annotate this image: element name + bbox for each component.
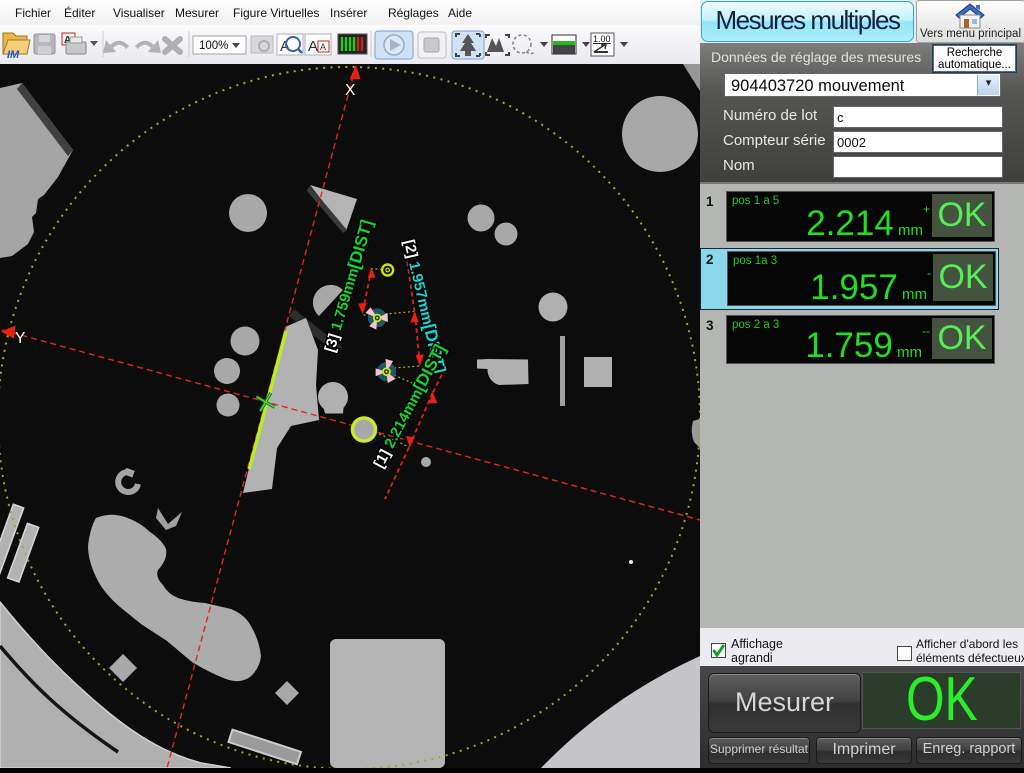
svg-text:Y: Y: [15, 330, 25, 347]
svg-text:1.00: 1.00: [593, 34, 611, 44]
svg-text:100%: 100%: [199, 40, 228, 52]
svg-text:A: A: [320, 42, 326, 52]
svg-text:A: A: [308, 38, 318, 55]
svg-text:[1] 2.214mm[DIST]: [1] 2.214mm[DIST]: [369, 341, 450, 471]
svg-text:X: X: [345, 82, 356, 99]
svg-text:A: A: [280, 38, 290, 55]
svg-text:IM: IM: [7, 49, 20, 61]
